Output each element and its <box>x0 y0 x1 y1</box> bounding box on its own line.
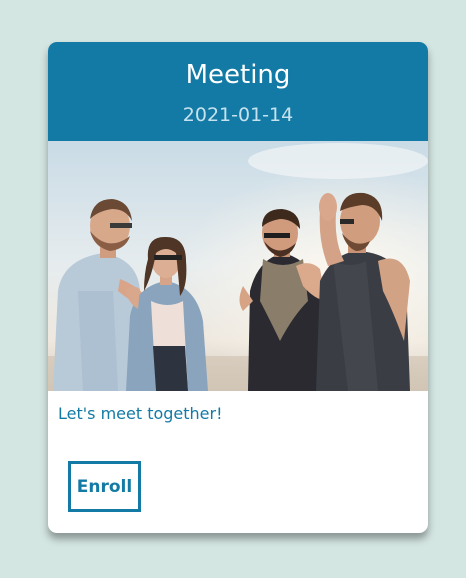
event-card: Meeting 2021-01-14 Let's meet together! … <box>48 42 428 533</box>
card-title: Meeting <box>185 60 291 90</box>
card-description: Let's meet together! <box>58 404 223 423</box>
card-date: 2021-01-14 <box>182 104 294 126</box>
event-photo <box>48 141 428 391</box>
enroll-button[interactable]: Enroll <box>68 461 141 512</box>
card-header: Meeting 2021-01-14 <box>48 42 428 141</box>
